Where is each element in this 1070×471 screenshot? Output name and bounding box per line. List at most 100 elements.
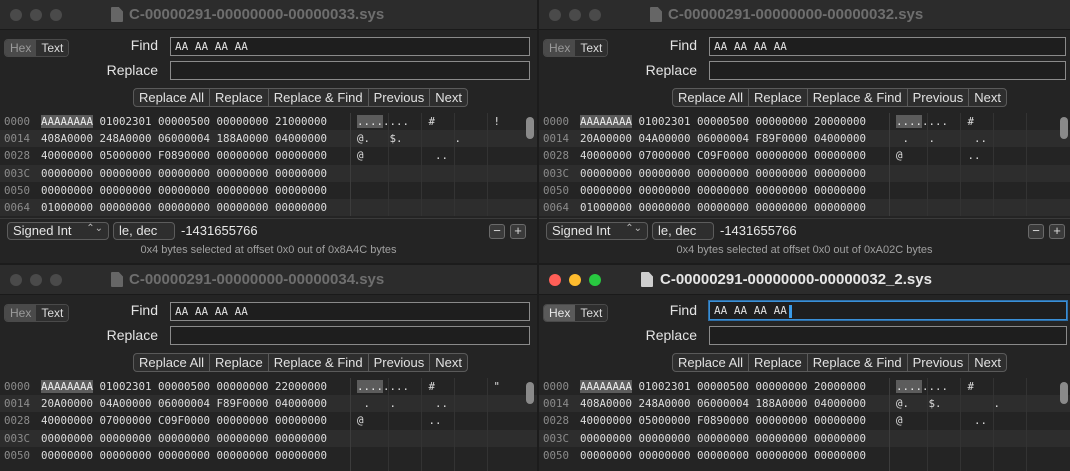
title-bar[interactable]: C-00000291-00000000-00000033.sys xyxy=(0,0,537,30)
row-hex[interactable]: 00000000 00000000 00000000 00000000 0000… xyxy=(580,447,866,464)
int-type-select[interactable]: Signed Int ⌃⌄ xyxy=(7,222,109,240)
hex-view[interactable]: 0000 AAAAAAAA 01002301 00000500 00000000 … xyxy=(0,378,537,471)
replace-field[interactable] xyxy=(170,326,530,345)
row-hex[interactable]: 01000000 00000000 00000000 00000000 0000… xyxy=(580,199,866,216)
row-hex[interactable]: 408A0000 248A0000 06000004 188A0000 0400… xyxy=(41,130,327,147)
vertical-scrollbar[interactable] xyxy=(1060,117,1068,139)
row-hex[interactable]: AAAAAAAA 01002301 00000500 00000000 2000… xyxy=(580,378,866,395)
row-offset: 003C xyxy=(4,431,31,445)
row-hex[interactable]: 00000000 00000000 00000000 00000000 0000… xyxy=(580,182,866,199)
find-label: Find xyxy=(130,37,158,53)
hex-mode-button[interactable]: Hex xyxy=(5,305,37,321)
previous-button[interactable]: Previous xyxy=(369,354,431,371)
row-hex[interactable]: 20A00000 04A00000 06000004 F89F0000 0400… xyxy=(580,130,866,147)
close-button[interactable] xyxy=(549,9,561,21)
replace-and-find-button[interactable]: Replace & Find xyxy=(808,89,908,106)
text-mode-button[interactable]: Text xyxy=(575,40,608,56)
vertical-scrollbar[interactable] xyxy=(526,117,534,139)
traffic-lights xyxy=(549,274,609,292)
title-bar[interactable]: C-00000291-00000000-00000032.sys xyxy=(539,0,1070,30)
endian-select[interactable]: le, dec xyxy=(652,222,714,240)
zoom-button[interactable] xyxy=(589,274,601,286)
row-hex[interactable]: 01000000 00000000 00000000 00000000 0000… xyxy=(41,199,327,216)
text-mode-button[interactable]: Text xyxy=(575,305,608,321)
previous-button[interactable]: Previous xyxy=(908,89,970,106)
close-button[interactable] xyxy=(10,274,22,286)
row-hex[interactable]: 40000000 07000000 C09F0000 00000000 0000… xyxy=(41,412,327,429)
replace-button[interactable]: Replace xyxy=(749,89,808,106)
replace-field[interactable] xyxy=(709,61,1066,80)
selected-bytes[interactable]: AAAAAAAA xyxy=(580,115,633,128)
replace-all-button[interactable]: Replace All xyxy=(673,354,750,371)
minus-button[interactable]: − xyxy=(1028,224,1044,239)
replace-all-button[interactable]: Replace All xyxy=(673,89,750,106)
ascii-gridline xyxy=(927,378,928,471)
hex-view[interactable]: 0000 AAAAAAAA 01002301 00000500 00000000 … xyxy=(0,113,537,217)
row-hex[interactable]: 00000000 00000000 00000000 00000000 0000… xyxy=(41,182,327,199)
replace-field[interactable] xyxy=(709,326,1067,345)
row-hex[interactable]: 00000000 00000000 00000000 00000000 0000… xyxy=(580,165,866,182)
next-button[interactable]: Next xyxy=(430,354,467,371)
replace-button[interactable]: Replace xyxy=(749,354,808,371)
hex-mode-button[interactable]: Hex xyxy=(544,305,576,321)
find-field[interactable]: AA AA AA AA xyxy=(709,301,1067,320)
row-hex[interactable]: 20A00000 04A00000 06000004 F89F0000 0400… xyxy=(41,395,327,412)
row-hex[interactable]: 408A0000 248A0000 06000004 188A0000 0400… xyxy=(580,395,866,412)
find-field[interactable]: AA AA AA AA xyxy=(709,37,1066,56)
title-bar[interactable]: C-00000291-00000000-00000032_2.sys xyxy=(539,265,1070,295)
replace-button[interactable]: Replace xyxy=(210,354,269,371)
hex-view[interactable]: 0000 AAAAAAAA 01002301 00000500 00000000 … xyxy=(539,378,1070,471)
next-button[interactable]: Next xyxy=(969,354,1006,371)
int-type-select[interactable]: Signed Int ⌃⌄ xyxy=(546,222,648,240)
find-field[interactable]: AA AA AA AA xyxy=(170,302,530,321)
text-mode-button[interactable]: Text xyxy=(36,40,69,56)
find-label: Find xyxy=(130,302,158,318)
row-hex[interactable]: AAAAAAAA 01002301 00000500 00000000 2200… xyxy=(41,378,327,395)
next-button[interactable]: Next xyxy=(430,89,467,106)
plus-button[interactable]: + xyxy=(510,224,526,239)
minimize-button[interactable] xyxy=(569,274,581,286)
close-button[interactable] xyxy=(549,274,561,286)
selected-bytes[interactable]: AAAAAAAA xyxy=(580,380,633,393)
previous-button[interactable]: Previous xyxy=(908,354,970,371)
row-hex[interactable]: 40000000 05000000 F0890000 00000000 0000… xyxy=(580,412,866,429)
row-hex[interactable]: 40000000 05000000 F0890000 00000000 0000… xyxy=(41,147,327,164)
selected-bytes[interactable]: AAAAAAAA xyxy=(41,380,94,393)
row-hex[interactable]: 00000000 00000000 00000000 00000000 0000… xyxy=(580,430,866,447)
selected-bytes[interactable]: AAAAAAAA xyxy=(41,115,94,128)
row-hex[interactable]: 00000000 00000000 00000000 00000000 0000… xyxy=(41,165,327,182)
minimize-button[interactable] xyxy=(30,274,42,286)
previous-button[interactable]: Previous xyxy=(369,89,431,106)
row-hex[interactable]: 00000000 00000000 00000000 00000000 0000… xyxy=(41,430,327,447)
hex-mode-button[interactable]: Hex xyxy=(5,40,37,56)
title-bar[interactable]: C-00000291-00000000-00000034.sys xyxy=(0,265,537,295)
replace-and-find-button[interactable]: Replace & Find xyxy=(269,89,369,106)
row-hex[interactable]: AAAAAAAA 01002301 00000500 00000000 2100… xyxy=(41,113,327,130)
replace-button[interactable]: Replace xyxy=(210,89,269,106)
replace-and-find-button[interactable]: Replace & Find xyxy=(269,354,369,371)
minimize-button[interactable] xyxy=(30,9,42,21)
replace-all-button[interactable]: Replace All xyxy=(134,89,211,106)
plus-button[interactable]: + xyxy=(1049,224,1065,239)
text-mode-button[interactable]: Text xyxy=(36,305,69,321)
replace-all-button[interactable]: Replace All xyxy=(134,354,211,371)
find-field[interactable]: AA AA AA AA xyxy=(170,37,530,56)
hex-mode-button[interactable]: Hex xyxy=(544,40,576,56)
zoom-button[interactable] xyxy=(589,9,601,21)
minimize-button[interactable] xyxy=(569,9,581,21)
row-hex[interactable]: 40000000 07000000 C09F0000 00000000 0000… xyxy=(580,147,866,164)
close-button[interactable] xyxy=(10,9,22,21)
endian-select[interactable]: le, dec xyxy=(113,222,175,240)
zoom-button[interactable] xyxy=(50,9,62,21)
replace-field[interactable] xyxy=(170,61,530,80)
vertical-scrollbar[interactable] xyxy=(526,382,534,404)
zoom-button[interactable] xyxy=(50,274,62,286)
hex-view[interactable]: 0000 AAAAAAAA 01002301 00000500 00000000 … xyxy=(539,113,1070,217)
next-button[interactable]: Next xyxy=(969,89,1006,106)
replace-and-find-button[interactable]: Replace & Find xyxy=(808,354,908,371)
row-hex[interactable]: AAAAAAAA 01002301 00000500 00000000 2000… xyxy=(580,113,866,130)
ascii-gridline xyxy=(993,113,994,216)
row-hex[interactable]: 00000000 00000000 00000000 00000000 0000… xyxy=(41,447,327,464)
minus-button[interactable]: − xyxy=(489,224,505,239)
vertical-scrollbar[interactable] xyxy=(1060,382,1068,404)
